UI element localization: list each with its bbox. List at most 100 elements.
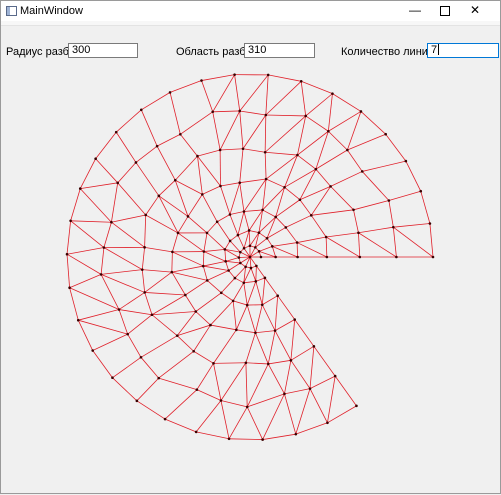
mesh-edge (142, 270, 144, 293)
mesh-node (224, 260, 227, 263)
mesh-node (103, 246, 106, 249)
mesh-node (200, 79, 203, 82)
mesh-node (126, 333, 129, 336)
mesh-edge (235, 278, 244, 283)
mesh-edge (268, 331, 275, 364)
mesh-edge (240, 75, 268, 111)
mesh-edge (80, 159, 95, 189)
mesh-edge (296, 423, 328, 434)
mesh-node (239, 251, 242, 254)
mesh-edge (111, 215, 145, 222)
mesh-edge (291, 346, 314, 360)
mesh-edge (201, 75, 234, 81)
mesh-edge (116, 110, 141, 132)
mesh-edge (67, 254, 101, 274)
mesh-edge (256, 266, 257, 281)
mesh-edge (217, 214, 230, 221)
mesh-edge (238, 212, 244, 236)
mesh-node (79, 187, 82, 190)
mesh-edge (203, 266, 207, 280)
mesh-node (355, 405, 358, 408)
mesh-node (274, 329, 277, 332)
mesh-node (327, 130, 330, 133)
mesh-edge (207, 271, 228, 281)
mesh-edge (255, 305, 262, 333)
mesh-edge (213, 330, 236, 364)
mesh-edge (255, 331, 275, 333)
mesh-node (212, 362, 215, 365)
mesh-edge (266, 179, 284, 187)
mesh-edge (327, 376, 335, 423)
mesh-edge (78, 310, 119, 321)
mesh-edge (213, 111, 240, 112)
mesh-edge (67, 254, 70, 288)
mesh-edge (185, 280, 207, 295)
mesh-node (359, 256, 362, 259)
mesh-edge (152, 311, 196, 314)
mesh-edge (362, 171, 389, 200)
mesh-edge (272, 243, 297, 247)
mesh-node (293, 318, 296, 321)
mesh-edge (284, 394, 295, 434)
mesh-node (258, 231, 261, 234)
mesh-edge (180, 112, 212, 134)
mesh-edge (220, 111, 240, 150)
mesh-edge (136, 146, 157, 162)
mesh-edge (275, 331, 291, 361)
mesh-edge (172, 272, 207, 280)
mesh-node (136, 400, 139, 403)
mesh-edge (213, 363, 220, 400)
mesh-edge (225, 249, 226, 261)
mesh-edge (421, 191, 430, 223)
mesh-edge (118, 162, 136, 182)
mesh-node (174, 179, 177, 182)
mesh-node (68, 286, 71, 289)
mesh-node (255, 265, 258, 268)
mesh-edge (221, 400, 247, 406)
mesh-edge (202, 194, 217, 221)
mesh-edge (111, 222, 144, 247)
mesh-node (261, 209, 264, 212)
mesh-edge (240, 149, 243, 183)
mesh-edge (145, 247, 173, 252)
mesh-edge (178, 233, 204, 252)
mesh-edge (101, 270, 142, 275)
mesh-node (432, 256, 435, 259)
mesh-edge (326, 233, 358, 237)
mesh-edge (196, 311, 211, 325)
mesh-edge (244, 283, 247, 305)
mesh-edge (177, 325, 210, 336)
mesh-node (352, 209, 355, 212)
mesh-edge (266, 75, 268, 115)
mesh-node (164, 418, 167, 421)
mesh-edge (276, 217, 286, 227)
mesh-edge (286, 227, 297, 242)
mesh-edge (306, 116, 329, 131)
mesh-edge (172, 252, 173, 272)
mesh-edge (188, 216, 207, 232)
mesh-edge (145, 292, 186, 295)
mesh-canvas[interactable] (1, 1, 501, 495)
mesh-edge (285, 187, 300, 199)
mesh-node (206, 279, 209, 282)
mesh-edge (430, 224, 433, 257)
mesh-edge (220, 186, 229, 214)
mesh-edge (177, 311, 196, 335)
mesh-edge (243, 115, 266, 149)
mesh-node (315, 168, 318, 171)
mesh-edge (326, 237, 360, 257)
mesh-node (243, 282, 246, 285)
mesh-edge (159, 196, 188, 217)
mesh-edge (229, 271, 235, 279)
mesh-edge (93, 334, 128, 350)
mesh-edge (362, 161, 406, 171)
mesh-edge (326, 237, 327, 257)
mesh-edge (328, 111, 361, 131)
mesh-edge (197, 150, 220, 156)
mesh-edge (159, 180, 175, 196)
mesh-edge (272, 246, 297, 257)
mesh-edge (70, 274, 102, 287)
mesh-edge (141, 336, 177, 358)
mesh-edge (230, 212, 244, 215)
mesh-edge (263, 434, 296, 439)
